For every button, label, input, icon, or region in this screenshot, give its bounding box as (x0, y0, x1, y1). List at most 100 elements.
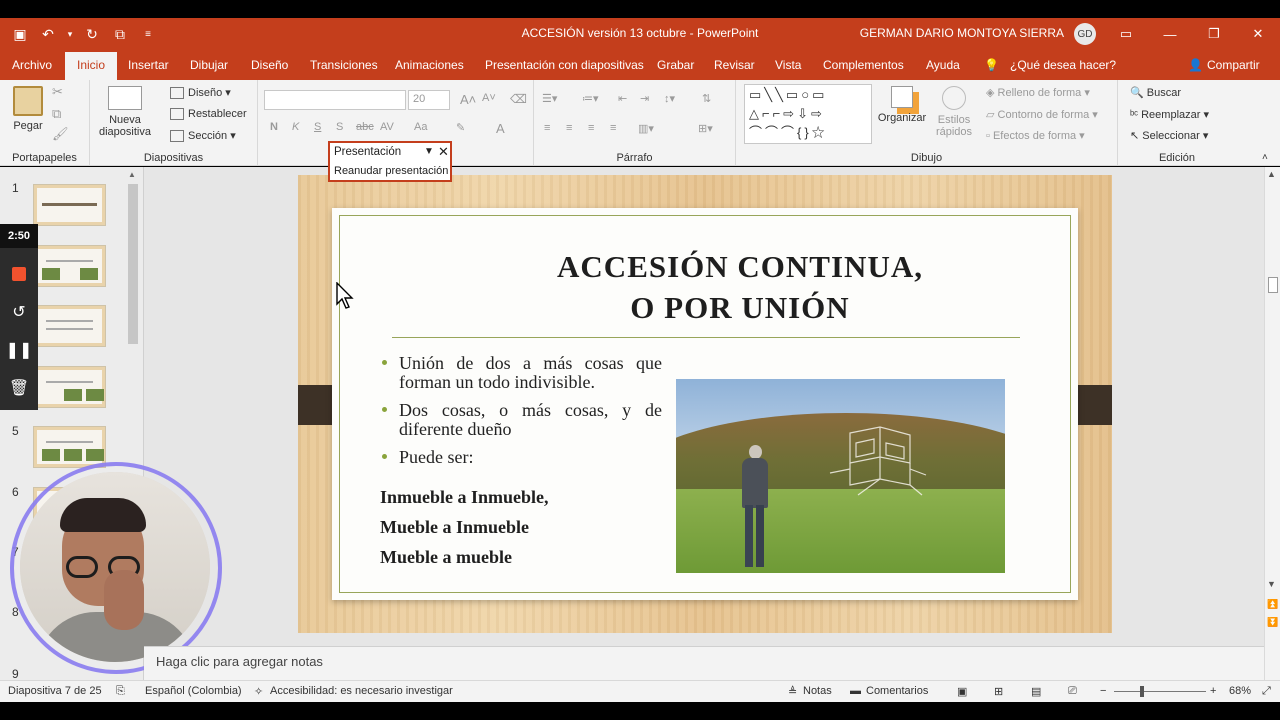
tab-vista[interactable]: Vista (775, 58, 801, 72)
cut-icon[interactable]: ✂ (52, 84, 63, 100)
paste-button[interactable]: Pegar (8, 86, 48, 132)
reading-view-icon[interactable]: ▤ (1031, 685, 1041, 698)
italic-button[interactable]: K (292, 121, 299, 133)
avatar[interactable]: GD (1074, 23, 1096, 45)
slide-thumbnail-2[interactable] (33, 245, 106, 287)
section-button[interactable]: Sección ▾ (170, 129, 236, 143)
zoom-out-icon[interactable]: − (1100, 685, 1106, 697)
comments-button[interactable]: Comentarios (866, 685, 928, 697)
webcam-overlay[interactable] (20, 472, 210, 662)
tab-archivo[interactable]: Archivo (12, 58, 52, 72)
slide-counter[interactable]: Diapositiva 7 de 25 (8, 685, 102, 697)
columns-icon[interactable]: ▥▾ (638, 122, 654, 135)
chevron-down-icon[interactable]: ▼ (424, 146, 434, 157)
grow-font-icon[interactable]: A˄ (460, 92, 476, 107)
slide-scrollbar[interactable]: ▲ ▼ ⏫ ⏬ (1264, 167, 1280, 680)
close-icon[interactable]: ✕ (1236, 18, 1280, 50)
scroll-up-icon[interactable]: ▲ (1267, 169, 1276, 179)
resume-presentation-button[interactable]: Reanudar presentación (334, 165, 448, 177)
restore-icon[interactable]: ❐ (1192, 18, 1236, 50)
scroll-thumb[interactable] (1268, 277, 1278, 293)
tab-insertar[interactable]: Insertar (128, 58, 169, 72)
accessibility-status[interactable]: Accesibilidad: es necesario investigar (270, 685, 453, 697)
layout-button[interactable]: Diseño ▾ (170, 86, 231, 100)
shrink-font-icon[interactable]: A˅ (482, 92, 496, 104)
change-case-button[interactable]: Aa (414, 121, 427, 133)
shapes-gallery[interactable]: ▭╲╲▭○▭ △⌐⌐⇨⇩⇨ ⌒⌒⌒{}☆ (744, 84, 872, 144)
pause-icon[interactable]: ❚❚ (0, 332, 38, 368)
arrange-button[interactable]: Organizar (876, 86, 928, 124)
decrease-indent-icon[interactable]: ⇤ (618, 92, 627, 105)
zoom-slider[interactable] (1114, 691, 1206, 692)
slide-thumbnail-1[interactable] (33, 184, 106, 226)
tab-complementos[interactable]: Complementos (823, 58, 904, 72)
slide-thumbnail-3[interactable] (33, 305, 106, 347)
tab-presentacion[interactable]: Presentación con diapositivas (485, 58, 644, 72)
font-size-dropdown[interactable]: 20 (408, 90, 450, 110)
zoom-in-icon[interactable]: + (1210, 685, 1216, 697)
reset-button[interactable]: Restablecer (170, 108, 247, 121)
notes-pane[interactable]: Haga clic para agregar notas (144, 646, 1264, 680)
increase-indent-icon[interactable]: ⇥ (640, 92, 649, 105)
shape-effects-button[interactable]: ▫ Efectos de forma ▾ (986, 129, 1085, 142)
align-left-icon[interactable]: ≡ (544, 122, 550, 134)
font-color-icon[interactable]: A (496, 121, 505, 136)
slide-thumbnail-5[interactable] (33, 426, 106, 468)
align-center-icon[interactable]: ≡ (566, 122, 572, 134)
justify-icon[interactable]: ≡ (610, 122, 616, 134)
slide-thumbnail-4[interactable] (33, 366, 106, 408)
slide-sorter-icon[interactable]: ⊞ (994, 685, 1003, 698)
zoom-level[interactable]: 68% (1229, 685, 1251, 697)
shape-outline-button[interactable]: ▱ Contorno de forma ▾ (986, 108, 1098, 121)
slideshow-view-icon[interactable]: ⎚ (1068, 685, 1077, 698)
scroll-down-icon[interactable]: ▼ (1267, 579, 1276, 589)
tab-ayuda[interactable]: Ayuda (926, 58, 960, 72)
close-icon[interactable]: ✕ (438, 144, 449, 160)
bullets-icon[interactable]: ☰▾ (542, 92, 557, 105)
collapse-ribbon-icon[interactable]: ˄ (1262, 152, 1268, 163)
strikethrough-button[interactable]: abc (356, 121, 374, 133)
tab-revisar[interactable]: Revisar (714, 58, 755, 72)
slide-title[interactable]: ACCESIÓN CONTINUA, O POR UNIÓN (402, 246, 1078, 328)
spelling-icon[interactable]: ⎘ (116, 685, 125, 698)
text-direction-icon[interactable]: ⇅ (702, 92, 711, 105)
highlight-icon[interactable]: ✎ (456, 121, 465, 134)
next-slide-icon[interactable]: ⏬ (1267, 617, 1278, 628)
share-button[interactable]: Compartir (1207, 58, 1260, 72)
minimize-icon[interactable]: — (1148, 18, 1192, 50)
tab-dibujar[interactable]: Dibujar (190, 58, 228, 72)
tab-diseno[interactable]: Diseño (251, 58, 288, 72)
new-slide-button[interactable]: Nueva diapositiva (96, 86, 154, 138)
zoom-slider-knob[interactable] (1140, 686, 1144, 697)
align-right-icon[interactable]: ≡ (588, 122, 594, 134)
scroll-thumb[interactable] (128, 184, 138, 344)
tab-transiciones[interactable]: Transiciones (310, 58, 378, 72)
shadow-button[interactable]: S (336, 121, 343, 133)
font-name-dropdown[interactable] (264, 90, 406, 110)
quick-styles-button[interactable]: Estilos rápidos (928, 86, 980, 138)
bold-button[interactable]: N (270, 121, 278, 133)
bullet-list[interactable]: Unión de dos a más cosas que forman un t… (380, 354, 662, 476)
previous-slide-icon[interactable]: ⏫ (1267, 599, 1278, 610)
smartart-icon[interactable]: ⊞▾ (698, 122, 713, 135)
undo-recording-icon[interactable]: ↺ (0, 294, 38, 330)
scroll-up-icon[interactable]: ▲ (128, 170, 136, 179)
tab-inicio[interactable]: Inicio (65, 52, 118, 80)
find-button[interactable]: 🔍 Buscar (1130, 86, 1181, 99)
tab-grabar[interactable]: Grabar (657, 58, 694, 72)
underline-button[interactable]: S (314, 121, 321, 133)
tell-me-search[interactable]: ¿Qué desea hacer? (1010, 58, 1116, 72)
slide-photo[interactable] (676, 379, 1005, 573)
trash-icon[interactable]: 🗑 (0, 370, 38, 406)
replace-button[interactable]: ᵇᶜ Reemplazar ▾ (1130, 108, 1209, 121)
stop-recording-button[interactable] (0, 256, 38, 292)
normal-view-icon[interactable]: ▣ (957, 685, 967, 698)
numbering-icon[interactable]: ≔▾ (582, 92, 599, 105)
clear-format-icon[interactable]: ⌫ (510, 92, 527, 106)
slide-canvas[interactable]: ACCESIÓN CONTINUA, O POR UNIÓN Unión de … (298, 175, 1112, 633)
ribbon-display-options-icon[interactable]: ▭ (1104, 18, 1148, 50)
notes-button[interactable]: Notas (803, 685, 832, 697)
format-painter-icon[interactable]: 🖌 (52, 126, 69, 142)
language-indicator[interactable]: Español (Colombia) (145, 685, 242, 697)
bold-lines[interactable]: Inmueble a Inmueble, Mueble a Inmueble M… (380, 482, 549, 572)
